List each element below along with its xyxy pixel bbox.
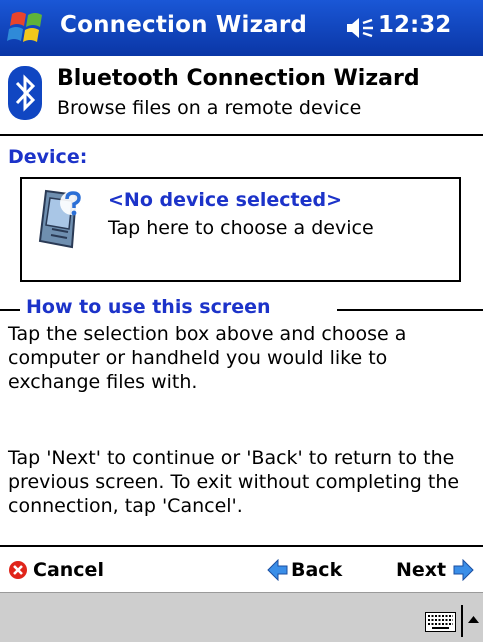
cancel-x-icon <box>9 561 27 579</box>
next-label: Next <box>396 559 447 581</box>
header-divider <box>0 134 483 136</box>
device-selection-box[interactable]: <No device selected> Tap here to choose … <box>20 177 461 282</box>
app-title: Connection Wizard <box>60 12 308 38</box>
back-label: Back <box>291 559 343 581</box>
device-label: Device: <box>8 146 88 168</box>
help-paragraph: Tap the selection box above and choose a… <box>8 323 407 393</box>
menu-bar <box>0 592 483 642</box>
next-button[interactable]: Next <box>396 555 474 585</box>
cancel-label: Cancel <box>33 559 104 581</box>
selected-device-name: <No device selected> <box>108 189 342 211</box>
help-paragraph: Tap 'Next' to continue or 'Back' to retu… <box>8 447 460 517</box>
clock[interactable]: 12:32 <box>378 12 451 38</box>
wizard-subtitle: Browse files on a remote device <box>57 97 362 119</box>
title-bar: Connection Wizard 12:32 <box>0 0 483 56</box>
volume-icon[interactable] <box>344 16 374 40</box>
help-title: How to use this screen <box>26 296 271 318</box>
input-panel-up-arrow-icon[interactable] <box>467 614 480 624</box>
help-divider-left <box>0 309 20 311</box>
keyboard-icon[interactable] <box>425 612 456 632</box>
input-panel-divider <box>461 605 463 637</box>
next-arrow-icon <box>453 559 474 581</box>
start-menu-windows-flag-icon[interactable] <box>6 8 52 48</box>
bluetooth-icon <box>8 66 42 120</box>
cancel-button[interactable]: Cancel <box>8 555 104 585</box>
actions-divider <box>0 545 483 547</box>
back-button[interactable]: Back <box>267 555 342 585</box>
help-divider-right <box>337 309 483 311</box>
wizard-title: Bluetooth Connection Wizard <box>57 66 420 91</box>
device-hint: Tap here to choose a device <box>108 217 374 239</box>
back-arrow-icon <box>267 559 288 581</box>
handheld-device-question-icon <box>38 189 84 249</box>
